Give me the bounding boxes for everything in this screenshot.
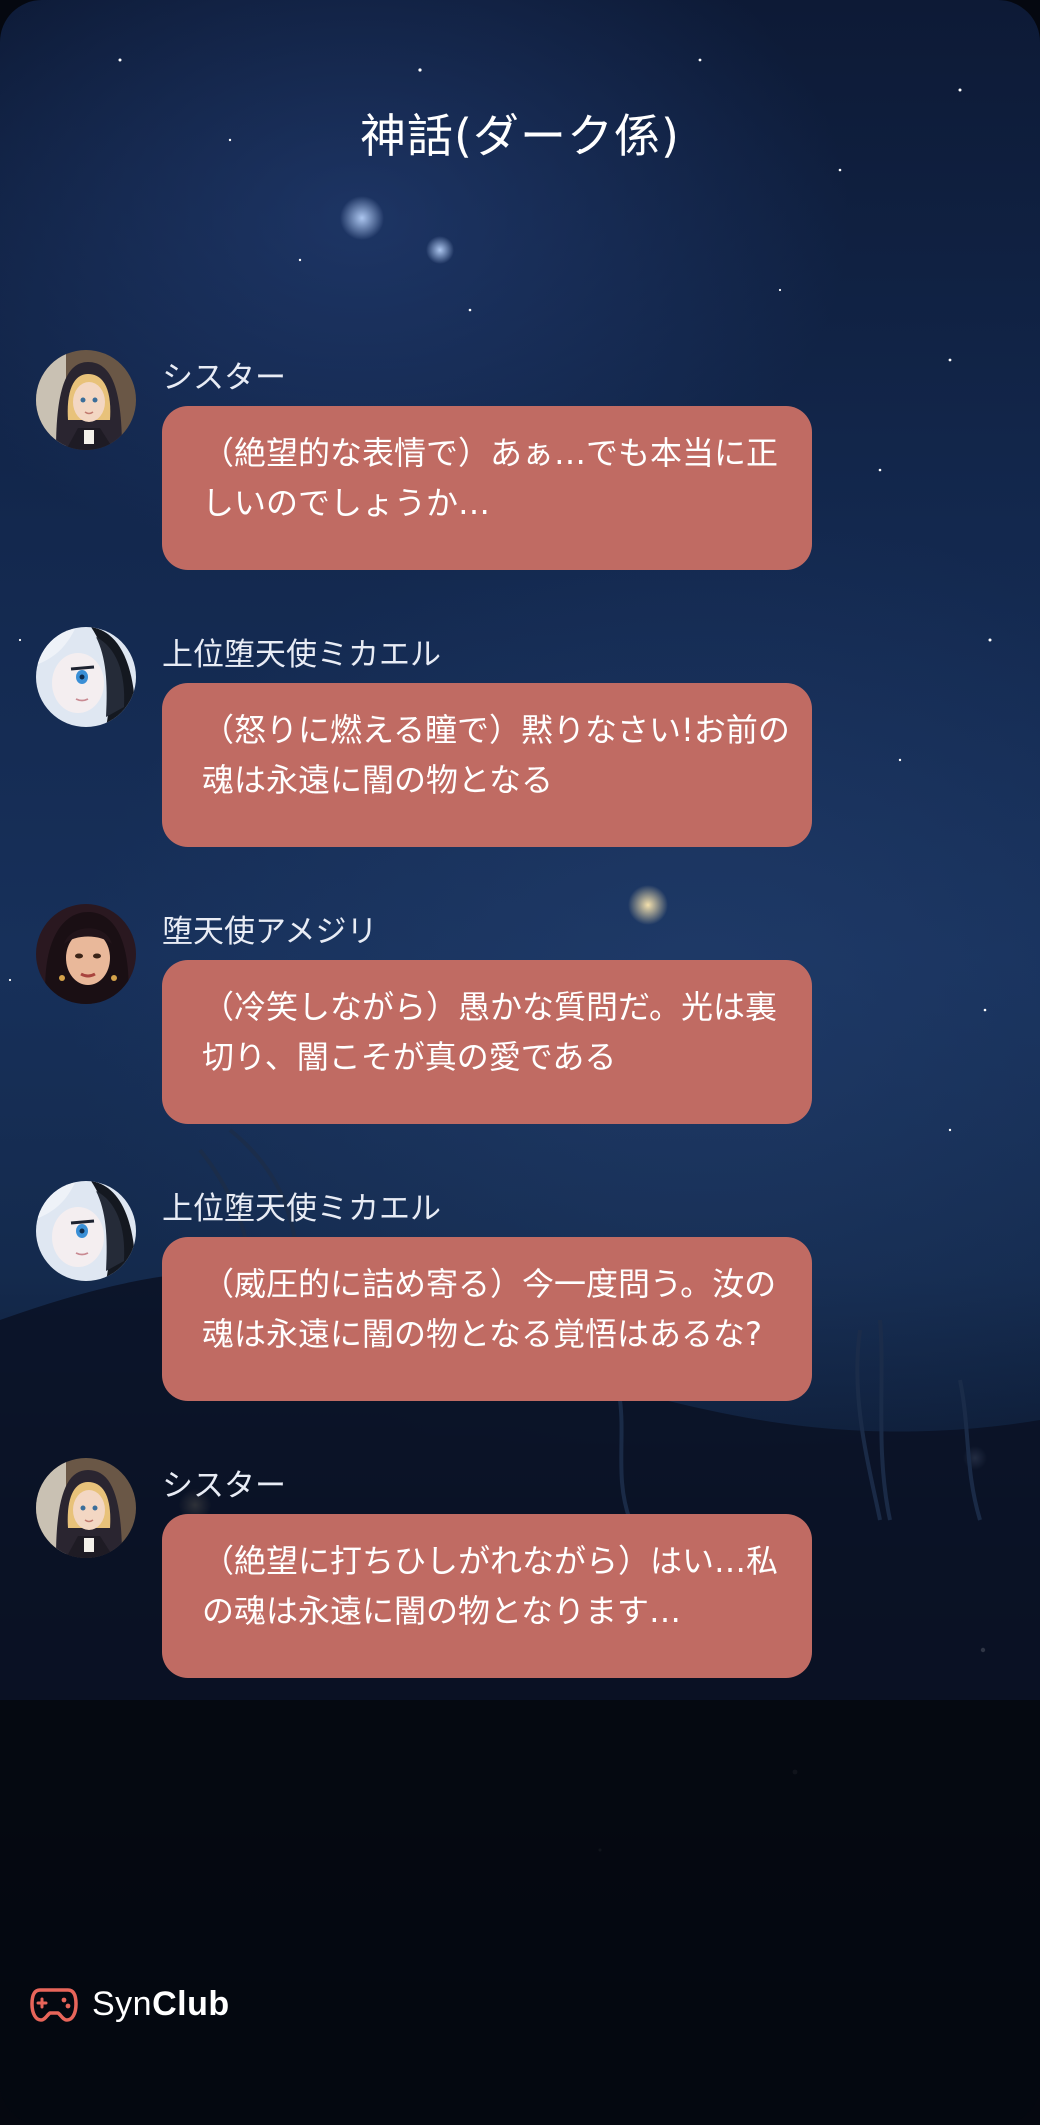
sender-name: 上位堕天使ミカエル [162, 1191, 441, 1227]
brand-logo: SynClub [30, 1980, 230, 2028]
nun-avatar[interactable] [36, 1458, 136, 1558]
sender-name: 堕天使アメジリ [162, 914, 378, 950]
brand-name-light: Syn [92, 1984, 153, 2023]
page-title: 神話(ダーク係) [360, 109, 680, 163]
amejiri-avatar[interactable] [36, 904, 136, 1004]
sender-name: シスター [162, 360, 286, 396]
message-bubble[interactable]: （怒りに燃える瞳で）黙りなさい!お前の魂は永遠に闇の物となる [162, 683, 812, 847]
sender-name: 上位堕天使ミカエル [162, 637, 441, 673]
nun-avatar[interactable] [36, 350, 136, 450]
gamepad-logo-icon [30, 1988, 78, 2022]
michael-avatar[interactable] [36, 1181, 136, 1281]
message-bubble[interactable]: （冷笑しながら）愚かな質問だ。光は裏切り、闇こそが真の愛である [162, 960, 812, 1124]
brand-name: SynClub [92, 1985, 230, 2024]
message-bubble[interactable]: （絶望的な表情で）あぁ…でも本当に正しいのでしょうか… [162, 406, 812, 570]
sender-name: シスター [162, 1468, 286, 1504]
michael-avatar[interactable] [36, 627, 136, 727]
chat-screen: 神話(ダーク係) シスター （絶望的な表情で）あぁ…でも本当に正しいのでしょうか… [0, 0, 1040, 2125]
message-bubble[interactable]: （威圧的に詰め寄る）今一度問う。汝の魂は永遠に闇の物となる覚悟はあるな? [162, 1237, 812, 1401]
brand-name-bold: Club [152, 1984, 230, 2023]
message-bubble[interactable]: （絶望に打ちひしがれながら）はい…私の魂は永遠に闇の物となります… [162, 1514, 812, 1678]
